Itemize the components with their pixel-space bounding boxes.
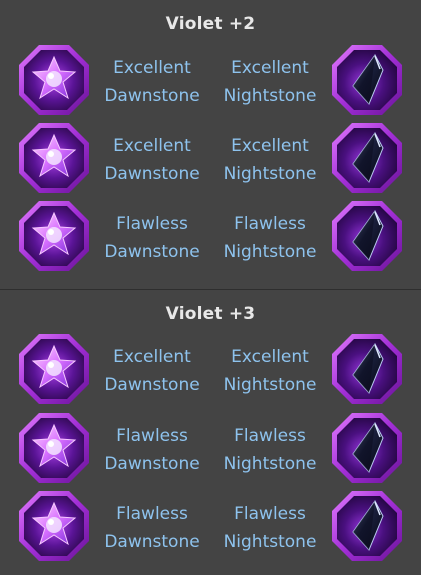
dawnstone-icon (18, 412, 90, 484)
quality-text: Excellent (231, 58, 309, 78)
gem-name-text: Nightstone (223, 454, 317, 474)
nightstone-label: Excellent Nightstone (211, 343, 329, 399)
dawnstone-icon (18, 200, 90, 272)
quality-text: Excellent (231, 136, 309, 156)
gem-name-text: Nightstone (223, 375, 317, 395)
section-violet-2: Violet +2 Excellent Dawnstone Excellent Nig… (0, 0, 421, 290)
dawnstone-label: Flawless Dawnstone (93, 210, 211, 266)
quality-text: Flawless (116, 214, 188, 234)
gem-name-text: Nightstone (223, 242, 317, 262)
gem-name-text: Dawnstone (104, 164, 200, 184)
dawnstone-label: Flawless Dawnstone (93, 422, 211, 478)
nightstone-label: Flawless Nightstone (211, 422, 329, 478)
nightstone-label: Excellent Nightstone (211, 54, 329, 110)
gem-row: Excellent Dawnstone Excellent Nightstone (0, 122, 421, 194)
gem-name-text: Nightstone (223, 164, 317, 184)
dawnstone-label: Excellent Dawnstone (93, 54, 211, 110)
quality-text: Excellent (113, 347, 191, 367)
nightstone-label: Excellent Nightstone (211, 132, 329, 188)
nightstone-label: Flawless Nightstone (211, 500, 329, 556)
dawnstone-icon (18, 44, 90, 116)
quality-text: Flawless (116, 426, 188, 446)
gem-name-text: Dawnstone (104, 242, 200, 262)
dawnstone-icon (18, 490, 90, 562)
gem-row: Flawless Dawnstone Flawless Nightstone (0, 412, 421, 484)
dawnstone-label: Excellent Dawnstone (93, 132, 211, 188)
gem-name-text: Nightstone (223, 532, 317, 552)
nightstone-icon (331, 122, 403, 194)
section-title: Violet +2 (165, 14, 256, 34)
gem-name-text: Dawnstone (104, 454, 200, 474)
quality-text: Flawless (234, 426, 306, 446)
quality-text: Flawless (234, 214, 306, 234)
dawnstone-icon (18, 333, 90, 405)
nightstone-icon (331, 490, 403, 562)
quality-text: Flawless (234, 504, 306, 524)
gem-name-text: Dawnstone (104, 532, 200, 552)
gem-row: Flawless Dawnstone Flawless Nightstone (0, 490, 421, 562)
dawnstone-icon (18, 122, 90, 194)
nightstone-label: Flawless Nightstone (211, 210, 329, 266)
gem-row: Flawless Dawnstone Flawless Nightstone (0, 200, 421, 272)
dawnstone-label: Excellent Dawnstone (93, 343, 211, 399)
gem-name-text: Dawnstone (104, 86, 200, 106)
gem-row: Excellent Dawnstone Excellent Nightstone (0, 333, 421, 405)
section-title: Violet +3 (165, 304, 256, 324)
nightstone-icon (331, 412, 403, 484)
quality-text: Flawless (116, 504, 188, 524)
nightstone-icon (331, 333, 403, 405)
gem-row: Excellent Dawnstone Excellent Nightstone (0, 44, 421, 116)
gem-name-text: Nightstone (223, 86, 317, 106)
quality-text: Excellent (113, 58, 191, 78)
section-violet-3: Violet +3 Excellent Dawnstone Excellent Nig… (0, 290, 421, 575)
nightstone-icon (331, 44, 403, 116)
gem-name-text: Dawnstone (104, 375, 200, 395)
quality-text: Excellent (113, 136, 191, 156)
dawnstone-label: Flawless Dawnstone (93, 500, 211, 556)
nightstone-icon (331, 200, 403, 272)
quality-text: Excellent (231, 347, 309, 367)
